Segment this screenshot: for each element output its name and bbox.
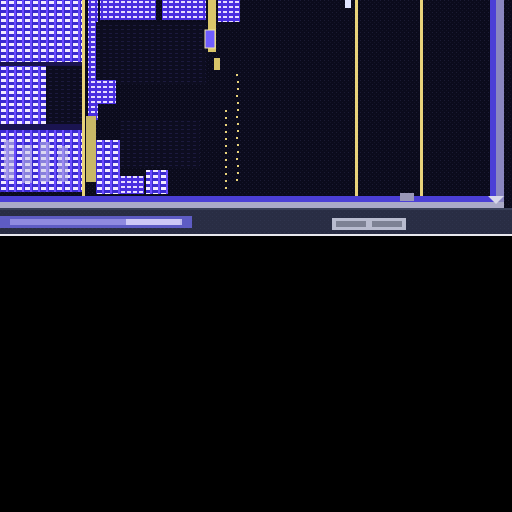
- via-dot: [237, 102, 239, 104]
- via-dot: [225, 166, 227, 168]
- via-dot: [225, 159, 227, 161]
- scribe-right: [496, 0, 504, 206]
- via-dot: [237, 109, 239, 111]
- bond-pad: [400, 193, 414, 201]
- via-dot: [225, 124, 227, 126]
- via-dot: [225, 145, 227, 147]
- via-dot: [225, 173, 227, 175]
- seal-ring-right: [490, 0, 496, 200]
- via-dot: [236, 116, 238, 118]
- via-dot: [225, 131, 227, 133]
- via-dot: [225, 138, 227, 140]
- via-dot: [236, 95, 238, 97]
- gold-trace-1: [355, 0, 358, 196]
- seal-ring-bottom: [0, 196, 496, 202]
- via-dot: [237, 88, 239, 90]
- via-dot: [236, 74, 238, 76]
- via-dot: [225, 152, 227, 154]
- via-dot: [237, 123, 239, 125]
- via-dot: [237, 81, 239, 83]
- via-dot: [237, 172, 239, 174]
- via-dot: [236, 158, 238, 160]
- via-dot: [236, 137, 238, 139]
- die-image-svg: [0, 0, 512, 236]
- pad-top: [345, 0, 351, 8]
- via-dot: [237, 130, 239, 132]
- via-dot: [225, 180, 227, 182]
- left-logic-block: [0, 0, 82, 192]
- via-dot: [237, 144, 239, 146]
- dark-region-right: [424, 0, 490, 196]
- gold-bus-left: [82, 0, 85, 196]
- via-dot: [236, 179, 238, 181]
- gold-trace-2: [420, 0, 423, 196]
- scribe-bottom: [0, 202, 504, 208]
- via-dot: [225, 117, 227, 119]
- via-dot: [237, 151, 239, 153]
- via-dot: [225, 110, 227, 112]
- via-dot: [237, 165, 239, 167]
- die-micrograph: [0, 0, 512, 236]
- dark-region-center: [240, 0, 354, 196]
- via-dot: [225, 187, 227, 189]
- empty-black-area: [0, 236, 512, 512]
